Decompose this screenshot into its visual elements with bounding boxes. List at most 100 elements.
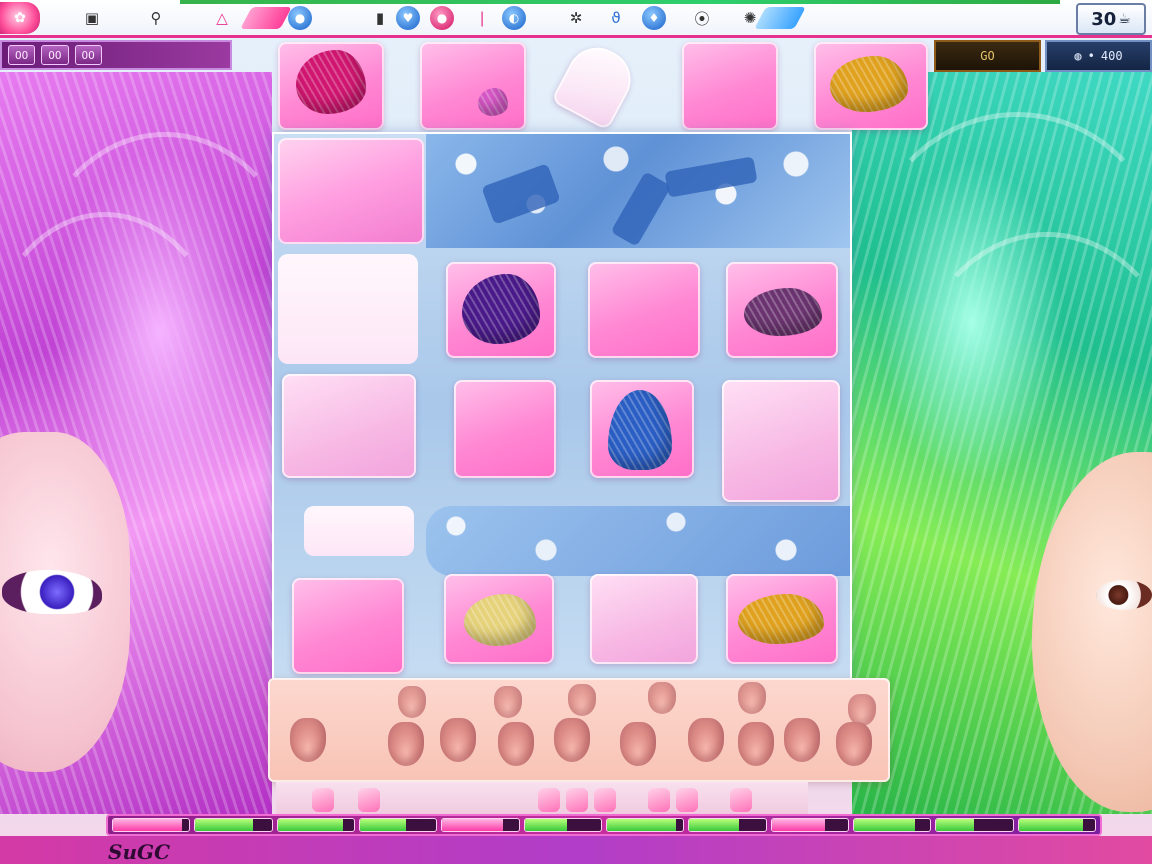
logo-icon[interactable]: ✿ [0,2,40,34]
hair-preset-magenta[interactable] [278,42,384,130]
accessory-item[interactable] [594,788,616,812]
stat-bar-fill [853,819,916,831]
hair-style-pale[interactable] [590,574,698,664]
nose-option[interactable] [398,686,426,718]
accessory-item[interactable] [358,788,380,812]
score-counter[interactable]: ◍ • 400 [1045,40,1152,72]
nose-option[interactable] [738,722,774,766]
hair-style-gold[interactable] [726,574,838,664]
stat-bar-fill [359,819,406,831]
bookmark-icon[interactable]: ⦿ [690,6,714,30]
toolbar-tab-blue[interactable] [754,7,806,29]
hair-preset-white[interactable] [550,37,642,131]
stat-bar-fill [195,819,253,831]
bracket-icon[interactable]: ✲ [564,6,588,30]
stat-bar [358,818,438,832]
battery-icon[interactable]: ▮ [368,6,392,30]
nose-option[interactable] [738,682,766,714]
face-parts-drawer [268,678,890,782]
currency-counter[interactable]: 30 ☕ [1076,3,1146,35]
hair-preset-shelf [272,37,934,132]
status-slot-b[interactable]: OO [41,45,69,65]
accessory-item[interactable] [730,788,752,812]
water-icon[interactable]: ♦ [642,6,666,30]
accessory-item[interactable] [312,788,334,812]
nose-option[interactable] [568,684,596,716]
score-value: 400 [1100,49,1123,63]
hair-preset-gold[interactable] [814,42,928,130]
footer-label: SuGC [108,840,170,864]
hair-style-lilac[interactable] [282,374,416,478]
nose-option[interactable] [688,718,724,762]
nose-option[interactable] [388,722,424,766]
top-toolbar: ✿ ▣ ⚲ △ ● ▮ ♥ ● ❘ ◐ ✲ ϑ ♦ ⦿ ✺ 30 ☕ [0,0,1152,38]
currency-value: 30 [1091,8,1117,30]
pin-icon[interactable]: ● [430,6,454,30]
gold-counter[interactable]: GO [934,40,1041,72]
status-slot-a[interactable]: OO [8,45,36,65]
nose-option[interactable] [498,722,534,766]
hair-swatch [830,56,908,112]
stat-bar-fill [771,819,826,831]
hair-swatch [744,288,822,336]
hair-swatch [462,274,540,344]
accessory-item[interactable] [648,788,670,812]
stat-bar [852,818,932,832]
status-slot-c[interactable]: OO [74,45,102,65]
preset-slot-light[interactable] [278,254,418,364]
nose-option[interactable] [648,682,676,714]
nose-option[interactable] [620,722,656,766]
stat-bar [112,818,191,832]
hair-style-cream[interactable] [444,574,554,664]
coin-icon[interactable]: ● [288,6,312,30]
hair-preset-pink[interactable] [420,42,526,130]
hair-style-blue[interactable] [590,380,694,478]
heart-icon[interactable]: ♥ [396,6,420,30]
hair-style-pink[interactable] [454,380,556,478]
hair-swatch [608,390,672,470]
panel-banner [426,134,850,248]
stat-bar-fill [1018,819,1084,831]
nose-option[interactable] [440,718,476,762]
stat-bar [194,818,273,832]
right-character-portrait [852,72,1152,814]
character-eye [1096,580,1152,610]
hair-style-pink-short[interactable] [292,578,404,674]
category-tab[interactable] [278,138,424,244]
nose-option[interactable] [836,722,872,766]
triangle-icon[interactable]: △ [210,6,234,30]
stat-bar [523,818,602,832]
hair-swatch [296,50,366,114]
monitor-icon[interactable]: ▣ [80,6,104,30]
stat-bar-fill [936,819,975,831]
stat-bar [1017,818,1096,832]
accessory-item[interactable] [676,788,698,812]
person-icon[interactable]: ⚲ [144,6,168,30]
panel-divider [426,506,850,576]
nose-option[interactable] [554,718,590,762]
accessory-item[interactable] [538,788,560,812]
nose-option[interactable] [290,718,326,762]
hair-style-purple[interactable] [446,262,556,358]
chat-icon[interactable]: ◐ [502,6,526,30]
character-creator-screen: ✿ ▣ ⚲ △ ● ▮ ♥ ● ❘ ◐ ✲ ϑ ♦ ⦿ ✺ 30 ☕ OO OO… [0,0,1152,864]
banner-decoration [664,156,758,198]
toolbar-tab-pink[interactable] [240,7,292,29]
stat-bar [276,818,355,832]
accessory-item[interactable] [566,788,588,812]
hair-style-mauve[interactable] [726,262,838,358]
moon-icon[interactable]: ❘ [470,6,494,30]
drop-icon[interactable]: ϑ [604,6,628,30]
hair-preset-rose[interactable] [682,42,778,130]
stat-bar [688,818,767,832]
hair-style-blush[interactable] [722,380,840,502]
dot-icon: • [1087,49,1095,63]
nose-option[interactable] [784,718,820,762]
stat-bar-fill [277,819,343,831]
hair-style-rose[interactable] [588,262,700,358]
preset-slot-light[interactable] [304,506,414,556]
stat-bar [441,818,520,832]
nose-option[interactable] [494,686,522,718]
world-icon: ◍ [1074,49,1082,63]
stat-bar-fill [113,819,182,831]
